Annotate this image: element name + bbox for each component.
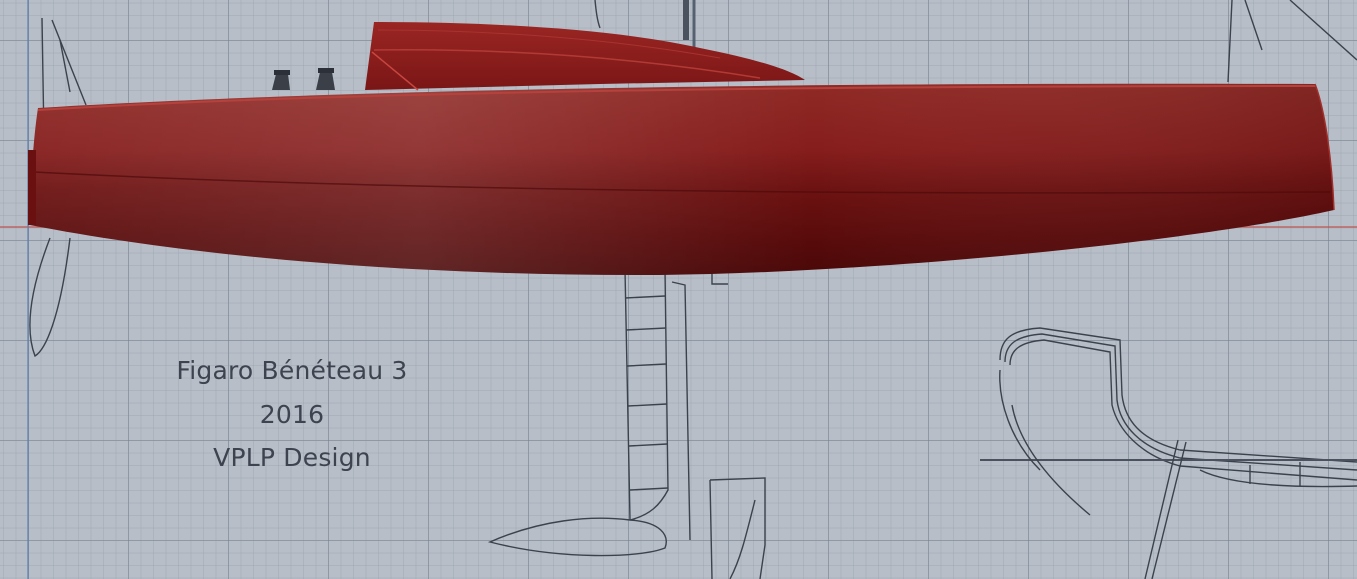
- hull-body: [28, 83, 1335, 276]
- cabin-top: [365, 22, 805, 91]
- cad-viewport[interactable]: Figaro Bénéteau 3 2016 VPLP Design: [0, 0, 1357, 579]
- boat-year-label: 2016: [259, 400, 325, 429]
- boat-model-label: Figaro Bénéteau 3: [176, 356, 408, 385]
- winch-icon: [316, 68, 335, 90]
- winch-icon: [272, 70, 290, 90]
- designer-label: VPLP Design: [213, 443, 371, 472]
- hull-render: [28, 22, 1335, 276]
